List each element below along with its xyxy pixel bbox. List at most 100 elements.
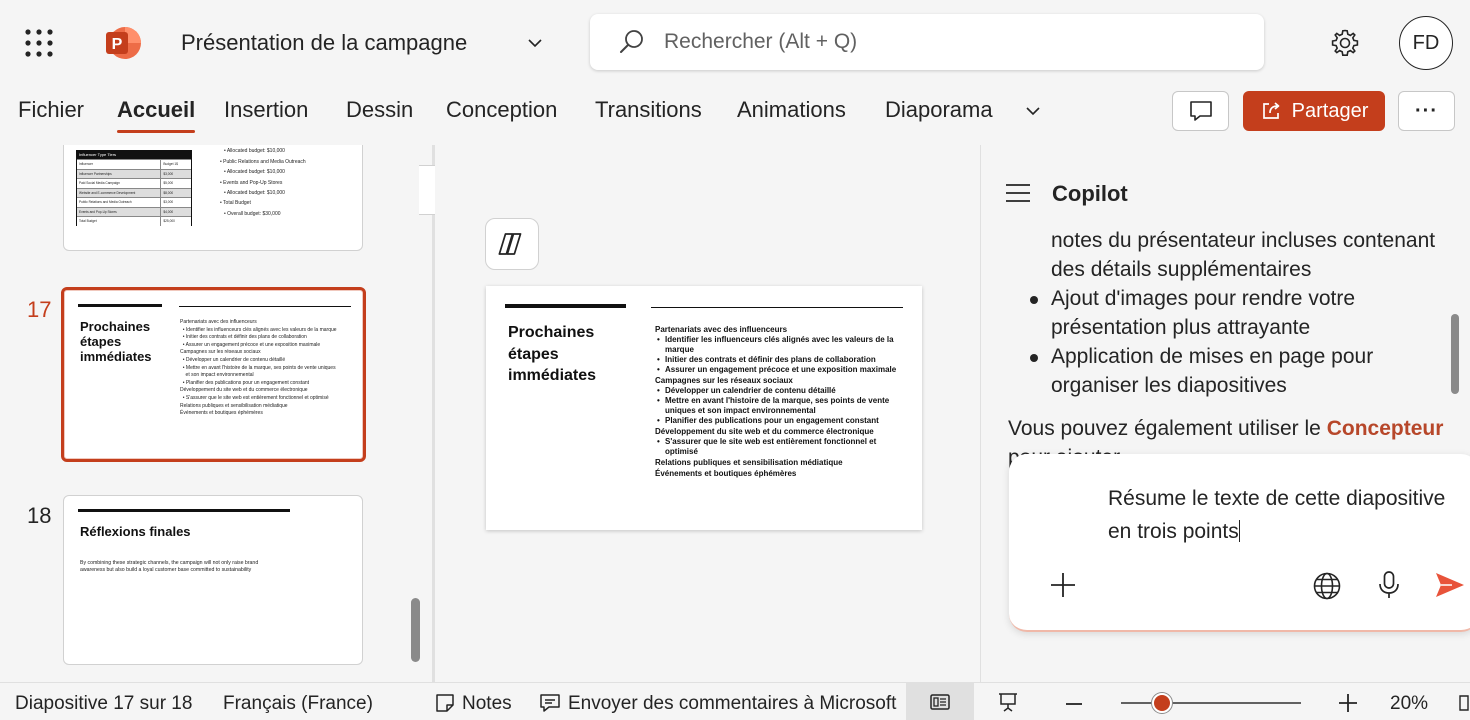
- thumb-bullet: • Events and Pop-Up Stores: [220, 179, 283, 186]
- document-title[interactable]: Présentation de la campagne: [181, 30, 467, 56]
- table-cell: Events and Pop-Up Stores: [77, 207, 162, 216]
- slide-title[interactable]: Prochaines étapes immédiates: [508, 322, 628, 387]
- slide-section-heading: Partenariats avec des influenceurs: [655, 325, 788, 334]
- slide-bullet: Assurer un engagement précoce et une exp…: [655, 365, 907, 375]
- zoom-slider-track[interactable]: [1121, 702, 1301, 704]
- thumb-title-bar: [78, 304, 162, 307]
- more-options-button[interactable]: ···: [1398, 91, 1455, 131]
- app-launcher-icon[interactable]: [24, 28, 54, 58]
- slide-thumbnail-18[interactable]: Réflexions finales By combining these st…: [63, 495, 363, 665]
- slide-body[interactable]: Partenariats avec des influenceursIdenti…: [655, 324, 907, 479]
- slide-title-bar: [505, 304, 626, 308]
- budget-table: Influencer Type Tiers Influencer Budget 1…: [76, 150, 192, 226]
- feedback-icon[interactable]: [539, 692, 561, 714]
- slide-bullet: S'assurer que le site web est entièremen…: [655, 437, 907, 457]
- tab-diaporama[interactable]: Diaporama: [885, 97, 993, 123]
- fit-slide-icon[interactable]: [1458, 692, 1470, 714]
- copilot-icon: [498, 233, 522, 255]
- response-bullet: Application de mises en page pour organi…: [1008, 342, 1458, 400]
- thumb-title-bar: [78, 509, 290, 512]
- copilot-input-text: Résume le texte de cette diapositive en …: [1108, 487, 1446, 543]
- slide-bullet: Planifier des publications pour un engag…: [655, 416, 907, 426]
- slide-bullet: Développer un calendrier de contenu déta…: [655, 386, 907, 396]
- copilot-scrollbar[interactable]: [1451, 314, 1459, 394]
- normal-view-button[interactable]: [906, 683, 974, 720]
- feedback-button[interactable]: Envoyer des commentaires à Microsoft: [568, 693, 896, 715]
- send-icon[interactable]: [1434, 570, 1466, 600]
- tab-dessin[interactable]: Dessin: [346, 97, 413, 123]
- share-button[interactable]: Partager: [1243, 91, 1385, 131]
- designer-link[interactable]: Concepteur: [1327, 417, 1444, 440]
- microphone-icon[interactable]: [1376, 570, 1402, 600]
- zoom-slider-thumb[interactable]: [1152, 693, 1173, 713]
- para-prefix: Vous pouvez également utiliser le: [1008, 417, 1327, 440]
- slide-number-18: 18: [27, 503, 52, 528]
- copilot-button[interactable]: [485, 218, 539, 270]
- zoom-in-icon[interactable]: [1337, 692, 1359, 714]
- user-avatar[interactable]: FD: [1399, 16, 1453, 70]
- zoom-out-icon[interactable]: [1064, 694, 1084, 714]
- notes-button[interactable]: Notes: [462, 693, 512, 715]
- normal-view-icon: [930, 694, 950, 710]
- share-icon: [1262, 102, 1279, 119]
- notes-icon[interactable]: [434, 692, 456, 714]
- table-cell: $8,000: [163, 190, 174, 195]
- table-row: Influencer Partnerships $3,000: [77, 168, 191, 178]
- thumb-rule: [179, 306, 351, 307]
- slide-bullet: Initier des contrats et définir des plan…: [655, 355, 907, 365]
- current-slide[interactable]: Prochaines étapes immédiates Partenariat…: [486, 286, 922, 530]
- thumb-bullet: • Overall budget: $30,000: [224, 210, 281, 217]
- slide-thumbnail-16[interactable]: Influencer Type Tiers Influencer Budget 1…: [63, 145, 363, 251]
- more-tabs-chevron-icon[interactable]: [1022, 100, 1044, 122]
- table-cell: $25,000: [163, 219, 175, 223]
- thumb-bullet: • Allocated budget: $10,000: [224, 169, 285, 176]
- copilot-response: notes du présentateur incluses contenant…: [1008, 226, 1458, 472]
- table-cell: Total Budget: [77, 217, 162, 226]
- table-cell: Public Relations and Media Outreach: [77, 198, 162, 207]
- tab-animations[interactable]: Animations: [737, 97, 846, 123]
- thumb-body: Partenariats avec des influenceurs • Ide…: [180, 319, 337, 417]
- powerpoint-logo-icon: P: [106, 27, 141, 59]
- table-cell: Influencer: [77, 160, 162, 169]
- more-options-label: ···: [1415, 99, 1438, 122]
- search-box[interactable]: [590, 14, 1264, 70]
- tab-conception[interactable]: Conception: [446, 97, 557, 123]
- table-row: Public Relations and Media Outreach $3,00…: [77, 197, 191, 207]
- slide-thumbnails-pane: Influencer Type Tiers Influencer Budget 1…: [0, 145, 432, 682]
- language-button[interactable]: Français (France): [223, 693, 373, 715]
- slide-section-heading: Campagnes sur les réseaux sociaux: [655, 376, 793, 385]
- thumb-bullet: • Total Budget: [220, 200, 251, 207]
- tab-fichier[interactable]: Fichier: [18, 97, 84, 123]
- slide-thumbnail-17[interactable]: Prochaines étapes immédiates Partenariat…: [61, 287, 366, 462]
- slideshow-view-icon[interactable]: [997, 691, 1019, 713]
- slide-section-heading: Développement du site web et du commerce…: [655, 427, 874, 436]
- gear-icon[interactable]: [1330, 28, 1360, 58]
- menu-icon[interactable]: [1004, 182, 1032, 204]
- table-row: Events and Pop-Up Stores $4,000: [77, 206, 191, 216]
- search-icon: [620, 30, 643, 53]
- table-row: Paid Social Media Campaign $5,000: [77, 178, 191, 188]
- chevron-down-icon[interactable]: [524, 32, 546, 54]
- tab-accueil[interactable]: Accueil: [117, 97, 196, 133]
- add-icon[interactable]: [1048, 570, 1078, 600]
- table-cell: Paid Social Media Campaign: [77, 179, 162, 188]
- thumb-body: By combining these strategic channels, t…: [80, 560, 259, 574]
- search-input[interactable]: [664, 22, 1224, 62]
- thumbnails-scrollbar[interactable]: [411, 598, 420, 662]
- share-label: Partager: [1291, 99, 1369, 122]
- table-header: Influencer Type Tiers: [77, 151, 191, 159]
- comments-button[interactable]: [1172, 91, 1229, 131]
- copilot-input[interactable]: Résume le texte de cette diapositive en …: [1108, 482, 1468, 548]
- response-bullet: Ajout d'images pour rendre votre présent…: [1008, 284, 1458, 342]
- slide-bullet: Mettre en avant l'histoire de la marque,…: [655, 396, 907, 416]
- table-cell: Website and E-commerce Development: [77, 188, 162, 197]
- text-caret: [1238, 520, 1240, 542]
- zoom-level[interactable]: 20%: [1390, 693, 1428, 715]
- tab-transitions[interactable]: Transitions: [595, 97, 702, 123]
- tab-insertion[interactable]: Insertion: [224, 97, 308, 123]
- globe-icon[interactable]: [1312, 571, 1342, 601]
- slide-rule: [651, 307, 903, 308]
- thumb-bullet: • Allocated budget: $10,000: [224, 148, 285, 155]
- copilot-title: Copilot: [1052, 181, 1128, 206]
- slide-number-17: 17: [27, 297, 52, 322]
